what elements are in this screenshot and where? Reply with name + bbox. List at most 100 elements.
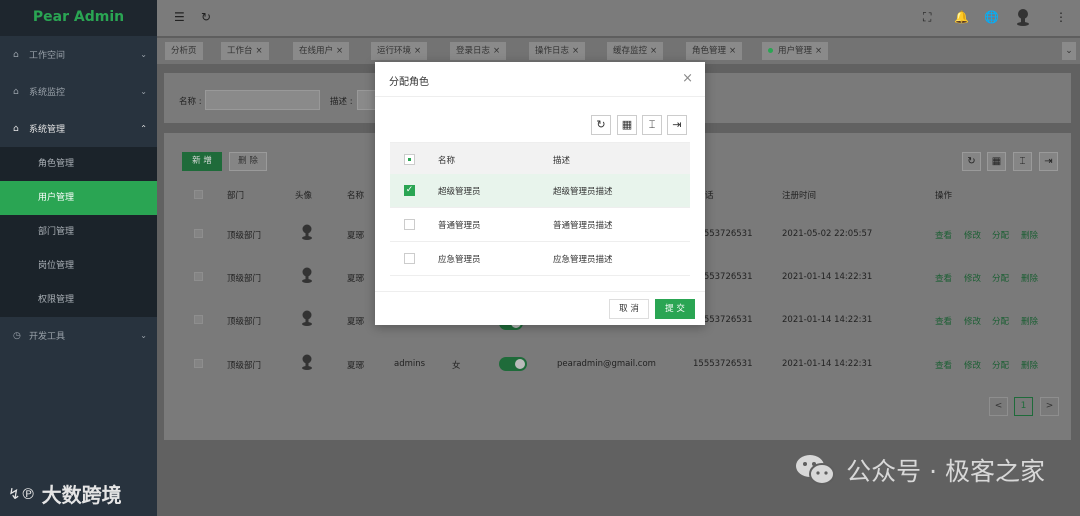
tab-analysis[interactable]: 分析页 — [165, 42, 203, 60]
cell-dept: 顶级部门 — [227, 361, 262, 371]
row-checkbox[interactable] — [194, 272, 203, 281]
brand-logo-icon: ↯℗ — [8, 484, 36, 503]
tab-role-management[interactable]: 角色管理 × — [686, 42, 743, 60]
close-icon[interactable]: × — [815, 46, 822, 56]
edit-link[interactable]: 修改 — [964, 359, 981, 371]
tab-login-log[interactable]: 登录日志 × — [450, 42, 507, 60]
tab-workbench[interactable]: 工作台 × — [221, 42, 269, 60]
role-row[interactable]: 应急管理员 应急管理员描述 — [390, 242, 690, 276]
avatar[interactable] — [1015, 8, 1031, 29]
delete-link[interactable]: 删除 — [1021, 229, 1038, 241]
columns-icon[interactable]: ▦ — [617, 115, 637, 135]
cell-dept: 顶级部门 — [227, 274, 262, 284]
role-checkbox[interactable] — [404, 219, 415, 230]
home-icon: ⌂ — [13, 123, 19, 134]
view-link[interactable]: 查看 — [935, 315, 952, 327]
refresh-icon[interactable]: ↻ — [591, 115, 611, 135]
menu-fold-icon[interactable]: ☰ — [174, 10, 185, 24]
bell-icon[interactable]: 🔔 — [954, 10, 969, 24]
role-table-header: 名称 描述 — [390, 142, 690, 174]
tab-cache-monitor[interactable]: 缓存监控 × — [607, 42, 664, 60]
refresh-icon[interactable]: ↻ — [962, 152, 981, 171]
sidebar-item-depts[interactable]: 部门管理 — [0, 215, 157, 249]
row-checkbox[interactable] — [194, 229, 203, 238]
role-checkbox[interactable] — [404, 253, 415, 264]
select-all-checkbox[interactable] — [404, 154, 415, 165]
cell-time: 2021-05-02 22:05:57 — [782, 229, 873, 239]
menu-group-devtools[interactable]: ◷ 开发工具 ⌄ — [0, 317, 157, 354]
tabs-more-button[interactable]: ⌄ — [1062, 42, 1076, 60]
role-table: 名称 描述 ✓ 超级管理员 超级管理员描述 普通管理员 普通管理员描述 应急管理… — [390, 142, 690, 276]
columns-icon[interactable]: ▦ — [987, 152, 1006, 171]
desc-input[interactable] — [357, 90, 377, 110]
close-icon[interactable]: × — [414, 46, 421, 56]
top-header: ☰ ↻ ⛶ 🔔 🌐 ⋮ — [157, 0, 1080, 36]
delete-link[interactable]: 删除 — [1021, 359, 1038, 371]
export-icon[interactable]: ⇥ — [667, 115, 687, 135]
role-checkbox[interactable]: ✓ — [404, 185, 415, 196]
cell-gender: 女 — [452, 361, 461, 371]
close-icon[interactable]: × — [682, 71, 693, 86]
print-icon[interactable]: ⌶ — [1013, 152, 1032, 171]
close-icon[interactable]: × — [493, 46, 500, 56]
pager-next-button[interactable]: > — [1040, 397, 1059, 416]
close-icon[interactable]: × — [572, 46, 579, 56]
edit-link[interactable]: 修改 — [964, 315, 981, 327]
role-row[interactable]: ✓ 超级管理员 超级管理员描述 — [390, 174, 690, 208]
cell-name: 夏琊 — [347, 274, 365, 284]
edit-link[interactable]: 修改 — [964, 229, 981, 241]
cell-name: 夏琊 — [347, 231, 365, 241]
delete-link[interactable]: 删除 — [1021, 315, 1038, 327]
delete-button[interactable]: 删 除 — [229, 152, 267, 171]
sidebar-item-users[interactable]: 用户管理 — [0, 181, 157, 215]
delete-link[interactable]: 删除 — [1021, 272, 1038, 284]
pager-page-button[interactable]: 1 — [1014, 397, 1033, 416]
edit-link[interactable]: 修改 — [964, 272, 981, 284]
view-link[interactable]: 查看 — [935, 359, 952, 371]
view-link[interactable]: 查看 — [935, 229, 952, 241]
modal-footer-divider — [375, 291, 705, 292]
add-button[interactable]: 新 增 — [182, 152, 222, 171]
export-icon[interactable]: ⇥ — [1039, 152, 1058, 171]
role-desc: 超级管理员描述 — [553, 187, 613, 197]
tab-user-management[interactable]: 用户管理 × — [762, 42, 829, 60]
menu-group-system[interactable]: ⌂ 系统管理 ⌃ — [0, 110, 157, 147]
sidebar-item-roles[interactable]: 角色管理 — [0, 147, 157, 181]
cell-time: 2021-01-14 14:22:31 — [782, 272, 873, 282]
view-link[interactable]: 查看 — [935, 272, 952, 284]
role-desc: 应急管理员描述 — [553, 255, 613, 265]
menu-group-monitor[interactable]: ⌂ 系统监控 ⌄ — [0, 73, 157, 110]
assign-link[interactable]: 分配 — [992, 272, 1009, 284]
pager-prev-button[interactable]: < — [989, 397, 1008, 416]
row-checkbox[interactable] — [194, 359, 203, 368]
cell-time: 2021-01-14 14:22:31 — [782, 359, 873, 369]
print-icon[interactable]: ⌶ — [642, 115, 662, 135]
tab-online-users[interactable]: 在线用户 × — [293, 42, 350, 60]
submit-button[interactable]: 提 交 — [655, 299, 695, 319]
watermark-wechat: 公众号 · 极客之家 — [794, 452, 1045, 488]
app-logo[interactable]: Pear Admin — [0, 0, 157, 36]
watermark-right-text: 公众号 · 极客之家 — [846, 457, 1045, 486]
close-icon[interactable]: × — [256, 46, 263, 56]
fullscreen-icon[interactable]: ⛶ — [923, 10, 931, 25]
sidebar-item-perms[interactable]: 权限管理 — [0, 283, 157, 317]
close-icon[interactable]: × — [729, 46, 736, 56]
tab-runtime[interactable]: 运行环境 × — [371, 42, 428, 60]
cancel-button[interactable]: 取 消 — [609, 299, 649, 319]
menu-group-workspace[interactable]: ⌂ 工作空间 ⌄ — [0, 36, 157, 73]
tab-operation-log[interactable]: 操作日志 × — [529, 42, 586, 60]
enable-switch[interactable] — [499, 357, 527, 371]
close-icon[interactable]: × — [336, 46, 343, 56]
assign-link[interactable]: 分配 — [992, 229, 1009, 241]
assign-link[interactable]: 分配 — [992, 315, 1009, 327]
name-input[interactable] — [205, 90, 320, 110]
globe-icon[interactable]: 🌐 — [984, 10, 999, 24]
more-vertical-icon[interactable]: ⋮ — [1055, 10, 1067, 24]
select-all-checkbox[interactable] — [194, 190, 203, 199]
close-icon[interactable]: × — [650, 46, 657, 56]
sidebar-item-posts[interactable]: 岗位管理 — [0, 249, 157, 283]
role-row[interactable]: 普通管理员 普通管理员描述 — [390, 208, 690, 242]
refresh-icon[interactable]: ↻ — [201, 10, 211, 24]
assign-link[interactable]: 分配 — [992, 359, 1009, 371]
row-checkbox[interactable] — [194, 315, 203, 324]
